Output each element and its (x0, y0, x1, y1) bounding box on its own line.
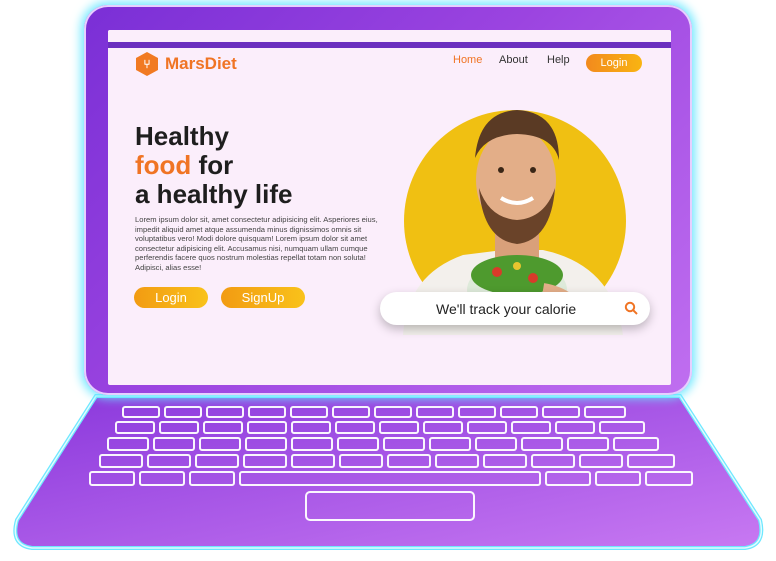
laptop-scene: ⑂ MarsDiet Home About Help Login Healthy… (0, 0, 776, 561)
fork-icon: ⑂ (136, 52, 158, 76)
nav-help-link[interactable]: Help (547, 54, 570, 66)
hero-body-text: Lorem ipsum dolor sit, amet consectetur … (135, 215, 378, 272)
browser-top-bar (108, 30, 671, 48)
laptop-screen: ⑂ MarsDiet Home About Help Login Healthy… (108, 30, 671, 385)
hero-line-3: a healthy life (135, 179, 293, 209)
brand-name: MarsDiet (165, 54, 237, 73)
brand-logo[interactable]: ⑂ MarsDiet (136, 52, 237, 76)
hero-accent-word: food (135, 150, 192, 180)
nav-about-link[interactable]: About (499, 54, 528, 66)
search-icon[interactable] (624, 301, 638, 315)
hero-signup-button[interactable]: SignUp (221, 287, 305, 308)
hero-heading: Healthy food for a healthy life (135, 122, 293, 209)
hero-line-1: Healthy (135, 121, 229, 151)
hero-line-2: food for (135, 151, 293, 180)
search-placeholder: We'll track your calorie (436, 301, 577, 317)
nav-login-button[interactable]: Login (586, 54, 642, 72)
hero-login-button[interactable]: Login (134, 287, 208, 308)
nav-home-link[interactable]: Home (453, 54, 482, 66)
hero-line-2-rest: for (191, 150, 234, 180)
calorie-search-bar[interactable]: We'll track your calorie (380, 292, 650, 325)
